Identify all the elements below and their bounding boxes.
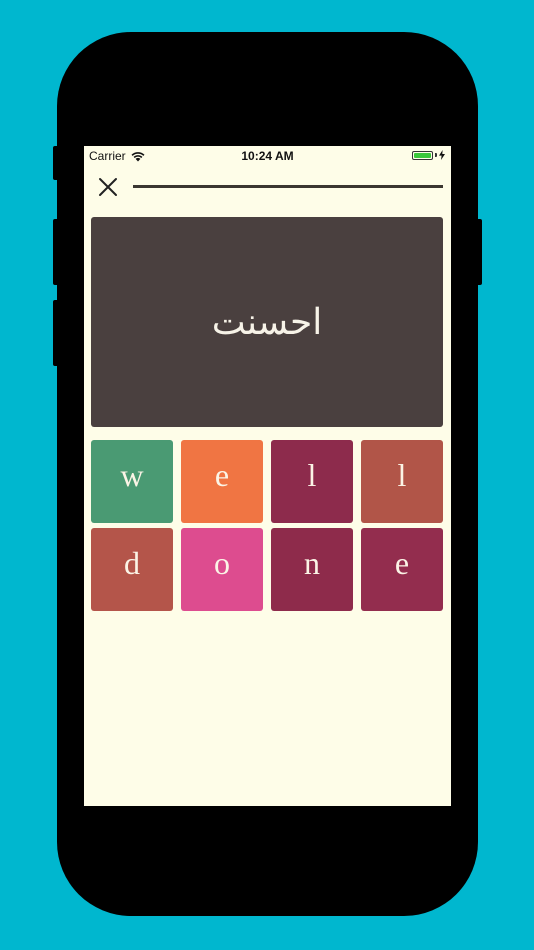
bolt-icon (439, 150, 445, 160)
battery-fill (414, 152, 431, 158)
letter-tile[interactable]: o (181, 528, 263, 611)
letter-tile[interactable]: n (271, 528, 353, 611)
letter-tile[interactable]: e (361, 528, 443, 611)
letter-tile-grid: w e l l d o n e (91, 440, 444, 611)
progress-bar (133, 185, 443, 188)
battery-icon (412, 150, 433, 160)
progress-fill (133, 185, 443, 188)
close-button[interactable] (96, 175, 120, 199)
app-stage: Carrier 10:24 AM احسنت w e l l d o n e (0, 0, 534, 950)
letter-tile[interactable]: w (91, 440, 173, 523)
status-bar: Carrier 10:24 AM (84, 146, 451, 166)
battery-group (412, 150, 445, 160)
letter-tile[interactable]: d (91, 528, 173, 611)
letter-tile[interactable]: l (271, 440, 353, 523)
prompt-word: احسنت (211, 301, 323, 343)
status-time: 10:24 AM (241, 149, 294, 163)
close-icon (99, 178, 117, 196)
prompt-card: احسنت (91, 217, 443, 427)
lesson-header (84, 172, 451, 202)
app-screen: Carrier 10:24 AM احسنت w e l l d o n e (84, 146, 451, 806)
letter-tile[interactable]: e (181, 440, 263, 523)
battery-cap (435, 153, 437, 157)
letter-tile[interactable]: l (361, 440, 443, 523)
